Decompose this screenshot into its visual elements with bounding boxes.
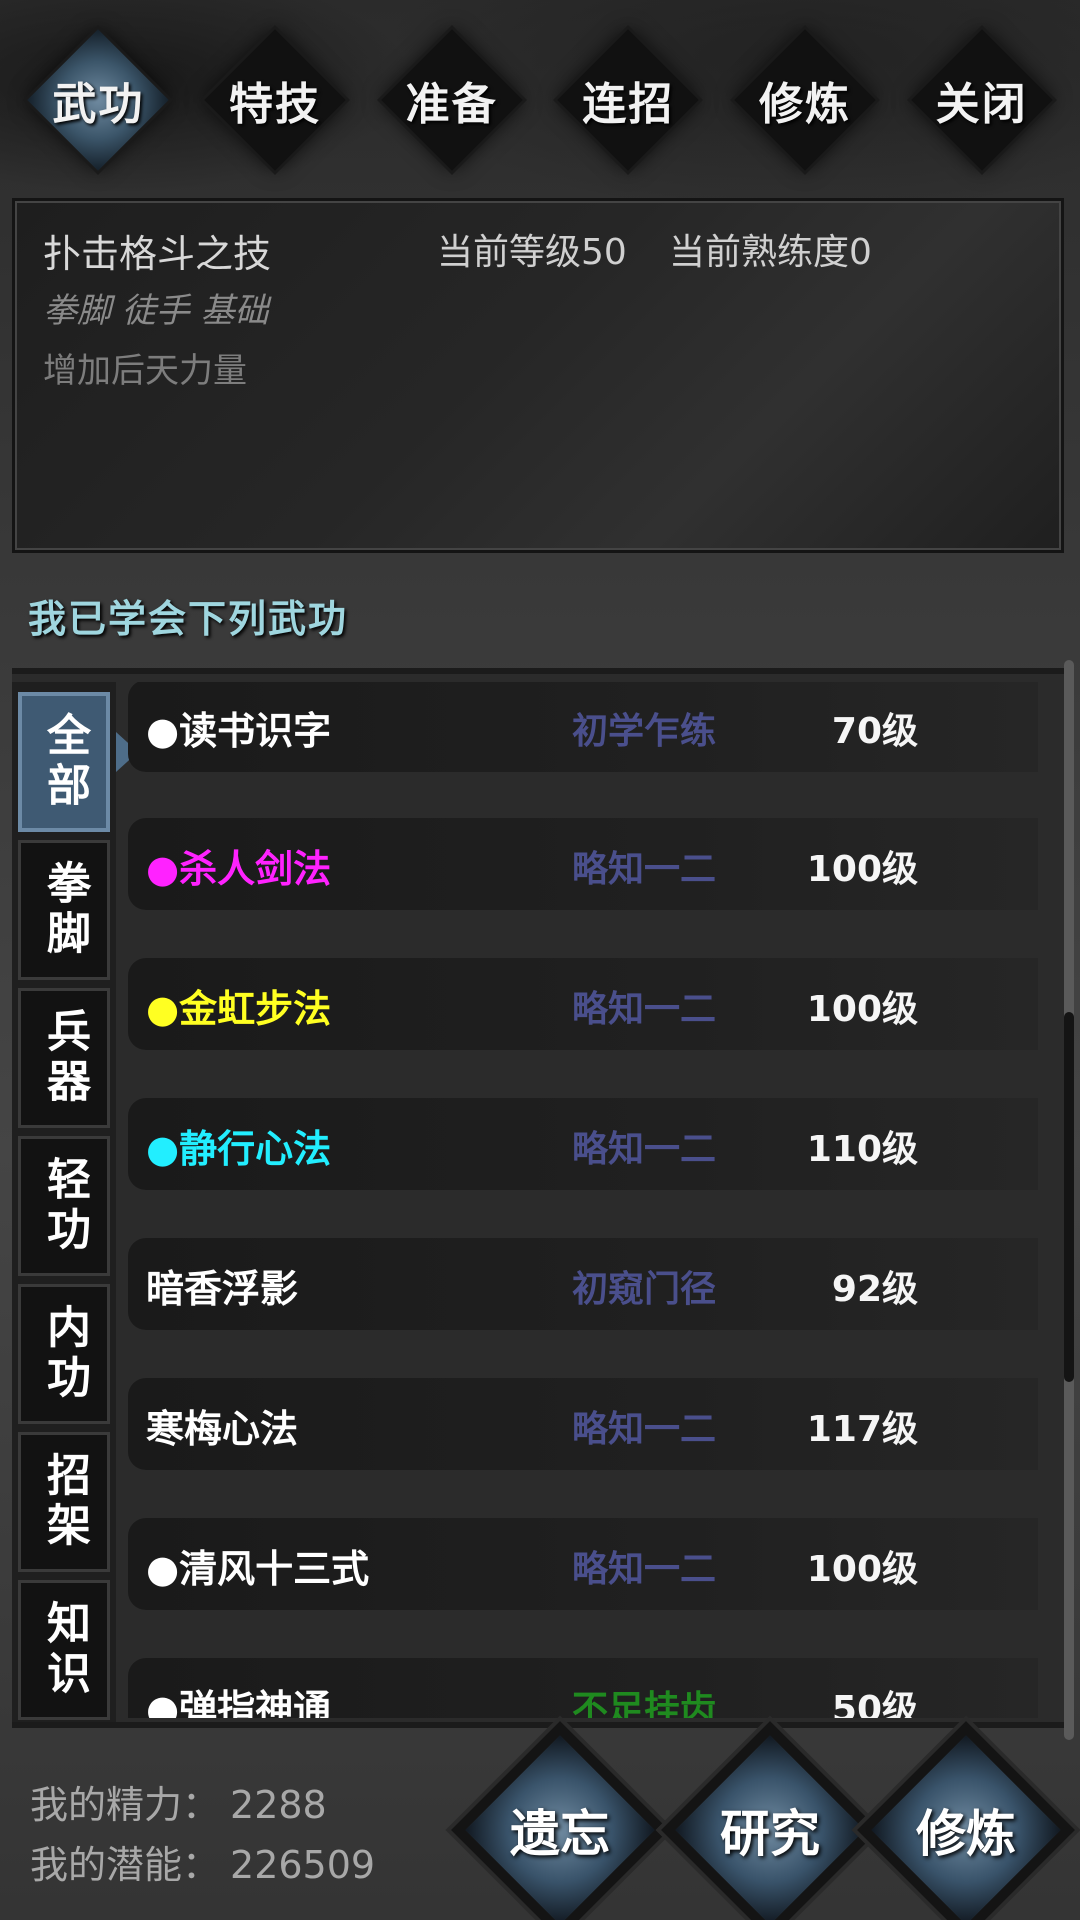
skill-list[interactable]: ●读书识字 初学乍练 70级 ●杀人剑法 略知一二 100级 ●金虹步法 略知一二 100级 ●静… bbox=[128, 682, 1038, 1718]
skill-row[interactable]: ●静行心法 略知一二 110级 bbox=[128, 1098, 1038, 1190]
skill-row-name: 寒梅心法 bbox=[146, 1407, 299, 1451]
skill-row-rank: 略知一二 bbox=[572, 1409, 717, 1450]
skill-description: 增加后天力量 bbox=[43, 351, 247, 391]
forget-button[interactable]: 遗忘 bbox=[460, 1730, 660, 1920]
potential-stat: 我的潜能： 226509 bbox=[30, 1834, 375, 1889]
skill-row-level: 100级 bbox=[806, 1549, 918, 1590]
skill-row-name: ●金虹步法 bbox=[146, 987, 332, 1031]
category-tab-weapon[interactable]: 兵器 bbox=[18, 988, 110, 1128]
button-label: 遗忘 bbox=[510, 1805, 610, 1863]
skill-row-level: 100级 bbox=[806, 989, 918, 1030]
skill-row-name: ●清风十三式 bbox=[146, 1547, 370, 1591]
skill-tags: 拳脚 徒手 基础 bbox=[43, 291, 269, 331]
tab-martial-arts[interactable]: 武功 bbox=[23, 25, 173, 175]
skill-row-name: ●弹指神通 bbox=[146, 1687, 332, 1718]
category-label: 兵器 bbox=[39, 1008, 90, 1108]
skill-row-rank: 不足挂齿 bbox=[572, 1689, 717, 1718]
skill-row-rank: 略知一二 bbox=[572, 1129, 717, 1170]
tab-label: 准备 bbox=[405, 79, 498, 130]
skill-row-level: 117级 bbox=[806, 1409, 918, 1450]
tab-train[interactable]: 修炼 bbox=[730, 25, 880, 175]
skill-row-name: ●静行心法 bbox=[146, 1127, 332, 1171]
close-button[interactable]: 关闭 bbox=[907, 25, 1057, 175]
tab-label: 连招 bbox=[582, 79, 675, 130]
potential-value: 226509 bbox=[230, 1843, 376, 1887]
skill-row-rank: 略知一二 bbox=[572, 1549, 717, 1590]
skill-row-rank: 初窥门径 bbox=[572, 1269, 717, 1310]
skill-row[interactable]: ●弹指神通 不足挂齿 50级 bbox=[128, 1658, 1038, 1718]
category-tab-all[interactable]: 全部 bbox=[18, 692, 110, 832]
category-tabs: 全部 拳脚 兵器 轻功 内功 招架 知识 bbox=[12, 682, 116, 1722]
energy-value: 2288 bbox=[230, 1783, 327, 1827]
skill-name: 扑击格斗之技 bbox=[43, 232, 272, 276]
skill-row[interactable]: ●杀人剑法 略知一二 100级 bbox=[128, 818, 1038, 910]
category-label: 轻功 bbox=[39, 1156, 90, 1256]
category-label: 知识 bbox=[39, 1600, 90, 1700]
category-label: 招架 bbox=[39, 1452, 90, 1552]
skill-level: 当前等级50 bbox=[437, 232, 627, 273]
skill-row[interactable]: 暗香浮影 初窥门径 92级 bbox=[128, 1238, 1038, 1330]
category-tab-parry[interactable]: 招架 bbox=[18, 1432, 110, 1572]
skill-row[interactable]: 寒梅心法 略知一二 117级 bbox=[128, 1378, 1038, 1470]
skill-row-rank: 略知一二 bbox=[572, 989, 717, 1030]
category-tab-knowledge[interactable]: 知识 bbox=[18, 1580, 110, 1720]
skill-row-name: ●杀人剑法 bbox=[146, 847, 332, 891]
skill-row-name: ●读书识字 bbox=[146, 709, 332, 753]
skill-row-level: 70级 bbox=[831, 711, 918, 752]
top-nav: 武功 特技 准备 连招 修炼 关闭 bbox=[0, 20, 1080, 180]
skill-row-name: 暗香浮影 bbox=[146, 1267, 299, 1311]
tab-special-skills[interactable]: 特技 bbox=[200, 25, 350, 175]
skill-row-level: 100级 bbox=[806, 849, 918, 890]
tab-prepare[interactable]: 准备 bbox=[377, 25, 527, 175]
tab-label: 特技 bbox=[228, 79, 321, 130]
button-label: 修炼 bbox=[916, 1805, 1016, 1863]
skill-row[interactable]: ●读书识字 初学乍练 70级 bbox=[128, 682, 1038, 772]
skill-row-level: 50级 bbox=[831, 1689, 918, 1718]
tab-label: 武功 bbox=[52, 79, 145, 130]
skill-proficiency: 当前熟练度0 bbox=[669, 232, 872, 273]
skill-row-rank: 略知一二 bbox=[572, 849, 717, 890]
skill-list-frame: 全部 拳脚 兵器 轻功 内功 招架 知识 ●读书识字 初学乍练 70级 ●杀人剑法 略知… bbox=[12, 668, 1068, 1728]
skill-info-panel: 扑击格斗之技 当前等级50 当前熟练度0 拳脚 徒手 基础 增加后天力量 bbox=[12, 198, 1064, 553]
category-tab-fist[interactable]: 拳脚 bbox=[18, 840, 110, 980]
scrollbar-thumb[interactable] bbox=[1064, 1012, 1074, 1382]
category-tab-inner[interactable]: 内功 bbox=[18, 1284, 110, 1424]
category-label: 内功 bbox=[39, 1304, 90, 1404]
tab-label: 修炼 bbox=[758, 79, 851, 130]
skill-row-level: 92级 bbox=[831, 1269, 918, 1310]
tab-label: 关闭 bbox=[935, 79, 1028, 130]
potential-label: 我的潜能： bbox=[30, 1843, 221, 1887]
energy-label: 我的精力： bbox=[30, 1783, 221, 1827]
skill-row-rank: 初学乍练 bbox=[572, 711, 717, 752]
category-label: 全部 bbox=[39, 712, 90, 812]
category-label: 拳脚 bbox=[39, 860, 90, 960]
train-button[interactable]: 修炼 bbox=[866, 1730, 1066, 1920]
skill-row-level: 110级 bbox=[806, 1129, 918, 1170]
button-label: 研究 bbox=[720, 1805, 820, 1863]
research-button[interactable]: 研究 bbox=[670, 1730, 870, 1920]
tab-combo[interactable]: 连招 bbox=[553, 25, 703, 175]
skill-row[interactable]: ●清风十三式 略知一二 100级 bbox=[128, 1518, 1038, 1610]
category-tab-lightness[interactable]: 轻功 bbox=[18, 1136, 110, 1276]
energy-stat: 我的精力： 2288 bbox=[30, 1774, 327, 1829]
skill-row[interactable]: ●金虹步法 略知一二 100级 bbox=[128, 958, 1038, 1050]
section-title: 我已学会下列武功 bbox=[28, 597, 349, 641]
